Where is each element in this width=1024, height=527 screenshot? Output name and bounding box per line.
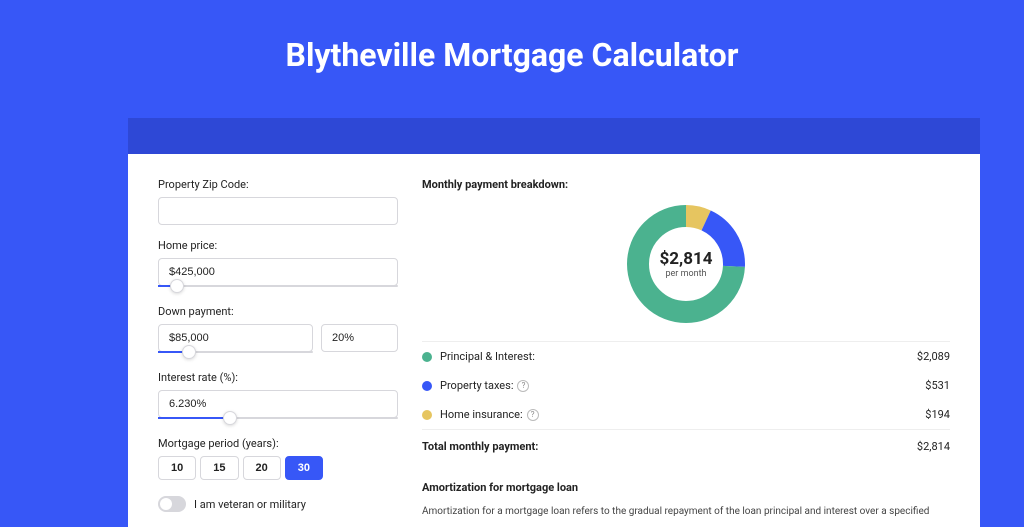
dot-icon	[422, 381, 432, 391]
header-stripe	[128, 118, 980, 154]
period-option-15[interactable]: 15	[200, 456, 238, 480]
breakdown-row-total: Total monthly payment: $2,814	[422, 429, 950, 461]
row-value: $194	[925, 408, 950, 421]
total-value: $2,814	[917, 440, 950, 453]
breakdown-title: Monthly payment breakdown:	[422, 178, 950, 191]
zip-label: Property Zip Code:	[158, 178, 398, 191]
total-label: Total monthly payment:	[422, 440, 917, 453]
mortgage-period-label: Mortgage period (years):	[158, 437, 398, 450]
down-payment-pct-input[interactable]	[321, 324, 398, 352]
breakdown-row-principal: Principal & Interest: $2,089	[422, 342, 950, 371]
row-label: Principal & Interest:	[440, 350, 917, 363]
breakdown-row-taxes: Property taxes: ? $531	[422, 371, 950, 400]
row-label: Property taxes: ?	[440, 379, 925, 392]
dot-icon	[422, 410, 432, 420]
down-payment-amount-input[interactable]	[158, 324, 313, 352]
help-icon[interactable]: ?	[517, 380, 529, 392]
home-price-label: Home price:	[158, 239, 398, 252]
help-icon[interactable]: ?	[527, 409, 539, 421]
down-payment-slider[interactable]	[158, 351, 313, 353]
donut-chart-wrap: $2,814 per month	[422, 203, 950, 325]
down-payment-field: Down payment:	[158, 305, 398, 353]
mortgage-period-field: Mortgage period (years): 10 15 20 30	[158, 437, 398, 480]
breakdown-column: Monthly payment breakdown: $2,814 per mo…	[422, 178, 950, 519]
interest-rate-input[interactable]	[158, 390, 398, 418]
breakdown-list: Principal & Interest: $2,089 Property ta…	[422, 341, 950, 461]
zip-field: Property Zip Code:	[158, 178, 398, 225]
veteran-toggle[interactable]	[158, 496, 186, 512]
home-price-slider[interactable]	[158, 285, 398, 287]
calculator-card: Property Zip Code: Home price: Down paym…	[128, 154, 980, 527]
home-price-input[interactable]	[158, 258, 398, 286]
row-value: $531	[925, 379, 950, 392]
period-option-20[interactable]: 20	[243, 456, 281, 480]
row-label: Home insurance: ?	[440, 408, 925, 421]
breakdown-row-insurance: Home insurance: ? $194	[422, 400, 950, 429]
period-option-30[interactable]: 30	[285, 456, 323, 480]
dot-icon	[422, 352, 432, 362]
page-title: Blytheville Mortgage Calculator	[0, 0, 1024, 102]
interest-rate-slider[interactable]	[158, 417, 398, 419]
down-payment-label: Down payment:	[158, 305, 398, 318]
home-price-field: Home price:	[158, 239, 398, 287]
inputs-column: Property Zip Code: Home price: Down paym…	[158, 178, 398, 519]
donut-chart: $2,814 per month	[625, 203, 747, 325]
amortization-title: Amortization for mortgage loan	[422, 481, 950, 494]
donut-value: $2,814	[660, 249, 713, 269]
veteran-row: I am veteran or military	[158, 496, 398, 512]
interest-rate-field: Interest rate (%):	[158, 371, 398, 419]
donut-sub: per month	[665, 269, 706, 279]
row-value: $2,089	[917, 350, 950, 363]
zip-input[interactable]	[158, 197, 398, 225]
veteran-label: I am veteran or military	[194, 498, 306, 511]
mortgage-period-options: 10 15 20 30	[158, 456, 398, 480]
period-option-10[interactable]: 10	[158, 456, 196, 480]
interest-rate-label: Interest rate (%):	[158, 371, 398, 384]
